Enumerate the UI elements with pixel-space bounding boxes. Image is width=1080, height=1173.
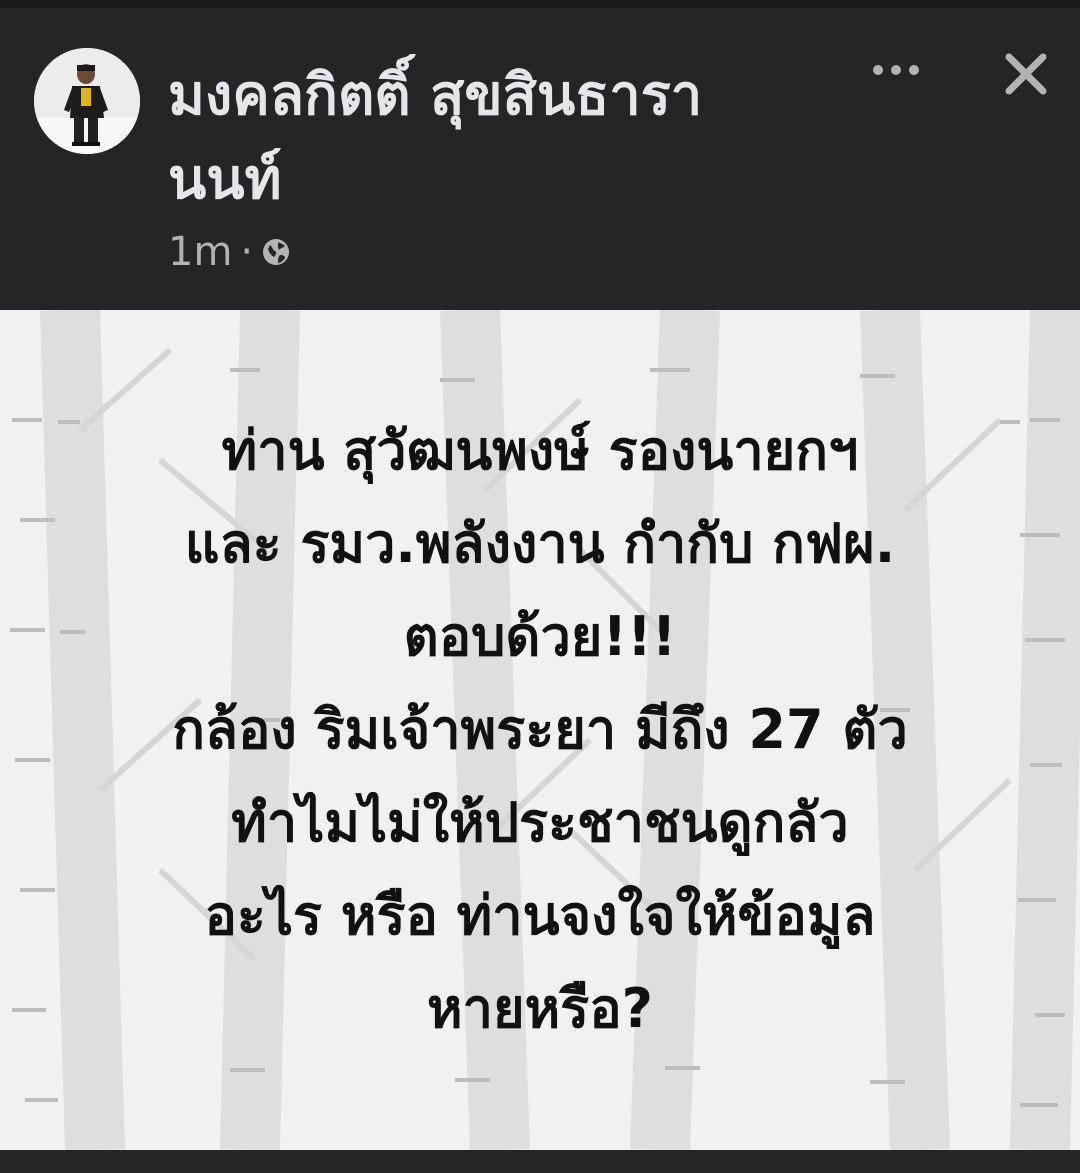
top-edge	[0, 0, 1080, 8]
more-options-button[interactable]	[866, 48, 926, 92]
post-line-4: กล้อง ริมเจ้าพระยา มีถึง 27 ตัว	[172, 698, 908, 761]
author-name-line-2: นนท์	[168, 147, 282, 212]
post-line-7: หายหรือ?	[427, 977, 653, 1040]
post-line-1: ท่าน สุวัฒนพงษ์ รองนายกฯ	[221, 419, 859, 482]
post-meta: 1m ·	[168, 224, 291, 280]
post-text-background-card: ท่าน สุวัฒนพงษ์ รองนายกฯ และ รมว.พลังงาน…	[0, 310, 1080, 1150]
author-name-line-1: มงคลกิตติ์ สุขสินธารา	[168, 63, 703, 128]
author-avatar[interactable]	[34, 48, 140, 154]
bottom-edge	[0, 1150, 1080, 1173]
post-viewer: มงคลกิตติ์ สุขสินธารา นนท์ 1m · ท่าน สุว…	[0, 0, 1080, 1173]
globe-icon[interactable]	[261, 237, 291, 267]
more-horizontal-icon	[873, 65, 919, 75]
author-name[interactable]: มงคลกิตติ์ สุขสินธารา นนท์	[168, 54, 808, 222]
post-line-3: ตอบด้วย!!!	[403, 605, 677, 668]
post-line-5: ทำไมไม่ให้ประชาชนดูกลัว	[231, 791, 849, 854]
post-timestamp[interactable]: 1m	[168, 229, 232, 275]
meta-separator: ·	[240, 229, 254, 275]
post-line-6: อะไร หรือ ท่านจงใจให้ข้อมูล	[204, 884, 876, 947]
post-message: ท่าน สุวัฒนพงษ์ รองนายกฯ และ รมว.พลังงาน…	[40, 404, 1040, 1055]
close-icon	[1005, 53, 1047, 95]
close-button[interactable]	[998, 46, 1054, 102]
post-header: มงคลกิตติ์ สุขสินธารา นนท์ 1m ·	[0, 8, 1080, 310]
post-line-2: และ รมว.พลังงาน กำกับ กฟผ.	[184, 512, 896, 575]
person-avatar-icon	[34, 48, 140, 154]
